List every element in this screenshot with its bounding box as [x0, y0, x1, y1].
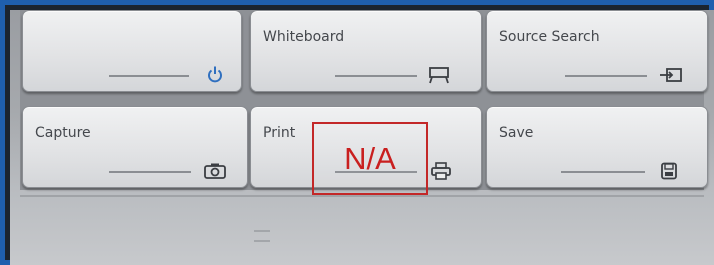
- button-divider-line: [335, 75, 417, 77]
- camera-icon: [204, 163, 226, 179]
- power-button[interactable]: [22, 10, 242, 92]
- control-panel: Whiteboard Source Search Capture Print S…: [10, 10, 714, 265]
- na-annotation-text: N/A: [344, 140, 396, 176]
- source-search-label: Source Search: [499, 29, 600, 45]
- button-divider-line: [109, 171, 191, 173]
- button-divider-line: [109, 75, 189, 77]
- whiteboard-icon: [429, 67, 449, 84]
- whiteboard-label: Whiteboard: [263, 29, 345, 45]
- print-label: Print: [263, 125, 296, 141]
- button-divider-line: [565, 75, 647, 77]
- whiteboard-button[interactable]: Whiteboard: [250, 10, 482, 92]
- screenshot-frame: Whiteboard Source Search Capture Print S…: [0, 0, 714, 265]
- power-icon: [208, 66, 222, 83]
- source-search-icon: [660, 68, 682, 82]
- grip-icon: [254, 230, 270, 242]
- button-divider-line: [561, 171, 645, 173]
- save-button[interactable]: Save: [486, 106, 708, 188]
- na-annotation: N/A: [312, 122, 428, 195]
- capture-button[interactable]: Capture: [22, 106, 248, 188]
- save-icon: [661, 162, 677, 180]
- panel-divider: [20, 195, 704, 197]
- capture-label: Capture: [35, 125, 91, 141]
- source-search-button[interactable]: Source Search: [486, 10, 708, 92]
- save-label: Save: [499, 125, 534, 141]
- printer-icon: [431, 162, 451, 180]
